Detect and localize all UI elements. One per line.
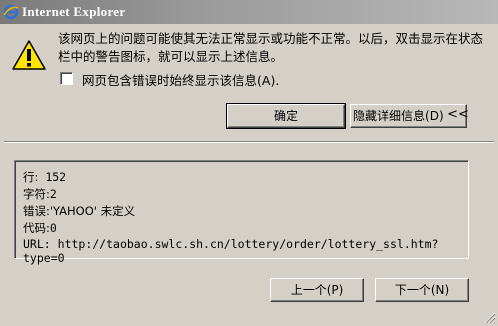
next-label: 下一个 [394, 283, 431, 297]
next-shortcut: (N) [430, 283, 450, 297]
collapse-chevron-icon[interactable]: << [447, 104, 469, 126]
detail-code: 代码:0 [23, 220, 57, 236]
separator [4, 141, 494, 143]
warning-icon [12, 40, 46, 70]
previous-button[interactable]: 上一个(P) [270, 278, 364, 302]
resize-grip-icon[interactable] [484, 312, 496, 324]
previous-label: 上一个 [290, 283, 327, 297]
code-label: 代码: [23, 221, 50, 235]
previous-shortcut: (P) [326, 283, 344, 297]
error-message: 该网页上的问题可能使其无法正常显示或功能不正常。以后，双击显示在状态栏中的警告图… [58, 31, 484, 64]
error-value: 'YAHOO' 未定义 [49, 204, 136, 218]
ok-button[interactable]: 确定 [226, 103, 346, 129]
checkbox-shortcut: (A). [257, 73, 280, 88]
code-value: 0 [49, 221, 57, 235]
error-label: 错误: [23, 204, 50, 218]
detail-char: 字符:2 [23, 186, 57, 202]
detail-error: 错误:'YAHOO' 未定义 [23, 203, 135, 219]
url-value: http://taobao.swlc.sh.cn/lottery/order/l… [23, 237, 439, 265]
line-value: 152 [45, 170, 67, 184]
always-show-checkbox[interactable] [60, 72, 73, 85]
error-details-panel: 行: 152 字符:2 错误:'YAHOO' 未定义 代码:0 URL: htt… [14, 160, 469, 265]
title-bar[interactable]: Internet Explorer [0, 0, 498, 24]
char-label: 字符: [23, 187, 50, 201]
line-label: 行: [23, 170, 39, 184]
detail-url: URL: http://taobao.swlc.sh.cn/lottery/or… [23, 237, 468, 265]
checkbox-label-text: 网页包含错误时始终显示该信息 [82, 73, 258, 88]
char-value: 2 [49, 187, 57, 201]
hide-details-shortcut: (D) [425, 109, 444, 123]
window-title: Internet Explorer [22, 4, 126, 19]
always-show-label[interactable]: 网页包含错误时始终显示该信息(A). [82, 70, 279, 89]
detail-line: 行: 152 [23, 169, 66, 185]
next-button[interactable]: 下一个(N) [375, 278, 469, 302]
url-label: URL: [23, 237, 51, 251]
ie-logo-icon [3, 4, 19, 20]
hide-details-label: 隐藏详细信息 [353, 109, 426, 123]
